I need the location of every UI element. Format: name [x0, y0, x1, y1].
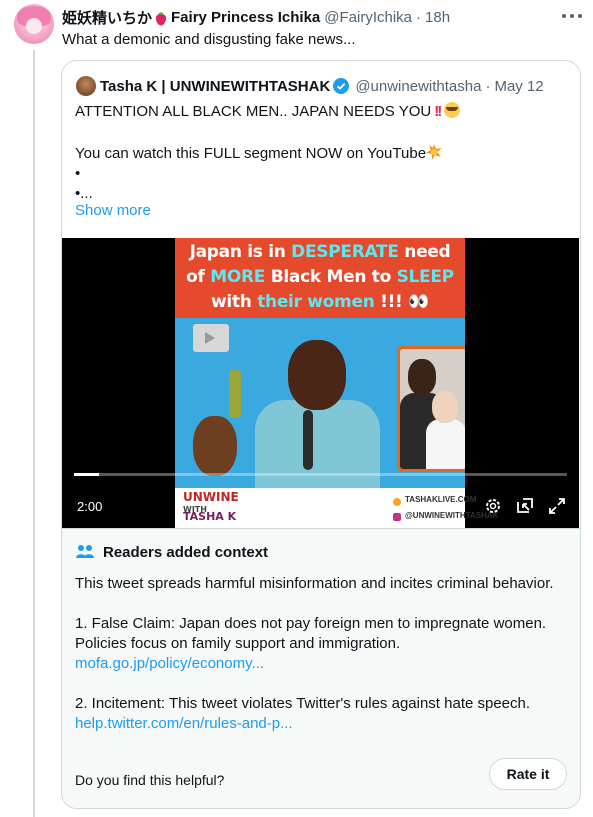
context-link[interactable]: help.twitter.com/en/rules-and-p...	[75, 714, 565, 734]
show-more-link[interactable]: Show more	[75, 202, 151, 219]
video-thumbnail: Japan is in DESPERATE need of MORE Black…	[175, 238, 498, 528]
context-title-text: Readers added context	[103, 543, 269, 561]
fullscreen-icon[interactable]	[547, 496, 567, 516]
settings-gear-icon[interactable]	[483, 496, 503, 516]
thumbnail-banner: Japan is in DESPERATE need of MORE Black…	[175, 238, 465, 318]
quoted-header: Tasha K | UNWINEWITHTASHAK @unwinewithta…	[76, 76, 544, 96]
context-paragraph: 2. Incitement: This tweet violates Twitt…	[75, 695, 531, 712]
quoted-tweet[interactable]: Tasha K | UNWINEWITHTASHAK @unwinewithta…	[61, 60, 581, 809]
site-icon	[393, 498, 401, 506]
people-icon	[76, 545, 94, 558]
video-duration: 2:00	[77, 499, 103, 514]
context-title: Readers added context	[75, 542, 268, 562]
context-paragraph: This tweet spreads harmful misinformatio…	[75, 575, 554, 592]
banner-text: with	[211, 292, 258, 312]
teddy-bear-image	[193, 416, 237, 476]
more-options-icon[interactable]	[562, 8, 582, 24]
tweet-text: What a demonic and disgusting fake news.…	[62, 31, 356, 48]
video-controls	[483, 496, 567, 516]
banner-text: need	[398, 242, 451, 262]
banner-text: SLEEP	[396, 267, 455, 287]
banner-text: !!! 👀	[374, 292, 429, 312]
display-name-suffix[interactable]: Fairy Princess Ichika	[171, 9, 320, 26]
bullet-line: •	[75, 165, 81, 182]
helpful-question: Do you find this helpful?	[75, 772, 225, 788]
quoted-line-1: ATTENTION ALL BLACK MEN.. JAPAN NEEDS YO…	[75, 103, 432, 120]
display-name[interactable]: 姫妖精いちか	[62, 7, 152, 28]
banner-text: their women	[257, 292, 375, 312]
community-notes-panel: Readers added context This tweet spreads…	[62, 528, 580, 808]
author-avatar[interactable]	[14, 4, 54, 44]
banner-text: Black Men to	[265, 267, 397, 287]
quoted-name[interactable]: Tasha K | UNWINEWITHTASHAK	[100, 78, 330, 95]
thumbnail-scene	[175, 318, 465, 488]
couple-inset-image	[397, 346, 465, 472]
banner-text: Japan is in	[189, 242, 292, 262]
rate-it-button[interactable]: Rate it	[489, 758, 567, 790]
quoted-avatar[interactable]	[76, 76, 96, 96]
double-exclamation-icon: !!	[434, 103, 442, 120]
context-paragraph: 1. False Claim: Japan does not pay forei…	[75, 615, 547, 652]
host-head-image	[288, 340, 346, 410]
quoted-time[interactable]: May 12	[494, 78, 543, 95]
quoted-text: ATTENTION ALL BLACK MEN.. JAPAN NEEDS YO…	[75, 100, 565, 204]
picture-in-picture-icon[interactable]	[515, 496, 535, 516]
site-text: TASHAKLIVE.COM	[405, 495, 477, 504]
quoted-line-2: You can watch this FULL segment NOW on Y…	[75, 145, 427, 162]
banner-text: MORE	[210, 267, 266, 287]
collision-emoji-icon	[426, 144, 443, 160]
strawberry-icon	[155, 11, 167, 25]
separator-dot: ·	[485, 77, 491, 95]
banner-text: of	[186, 267, 211, 287]
context-body: This tweet spreads harmful misinformatio…	[75, 574, 565, 734]
context-link[interactable]: mofa.go.jp/policy/economy...	[75, 654, 565, 674]
tweet-header: 姫妖精いちか Fairy Princess Ichika @FairyIchik…	[62, 7, 450, 27]
thread-line	[33, 50, 35, 817]
bullet-line: •...	[75, 185, 93, 202]
tweet-time[interactable]: 18h	[425, 9, 450, 26]
thumbnail-footer: UNWINE WITH TASHA K TASHAKLIVE.COM @UNWIN…	[175, 488, 498, 528]
laughing-emoji-icon	[444, 102, 461, 118]
verified-badge-icon	[333, 78, 350, 94]
instagram-icon	[393, 513, 401, 521]
quoted-handle[interactable]: @unwinewithtasha	[355, 78, 481, 95]
play-button-plaque-icon	[193, 324, 229, 352]
brand-logo-bottom: TASHA K	[183, 510, 237, 523]
video-progress-bar[interactable]	[74, 473, 567, 476]
banner-text: DESPERATE	[291, 242, 399, 262]
video-player[interactable]: Japan is in DESPERATE need of MORE Black…	[62, 238, 579, 528]
bottle-image	[229, 370, 241, 418]
separator-dot: ·	[416, 8, 422, 26]
microphone-image	[303, 410, 313, 470]
author-handle[interactable]: @FairyIchika	[324, 9, 412, 26]
